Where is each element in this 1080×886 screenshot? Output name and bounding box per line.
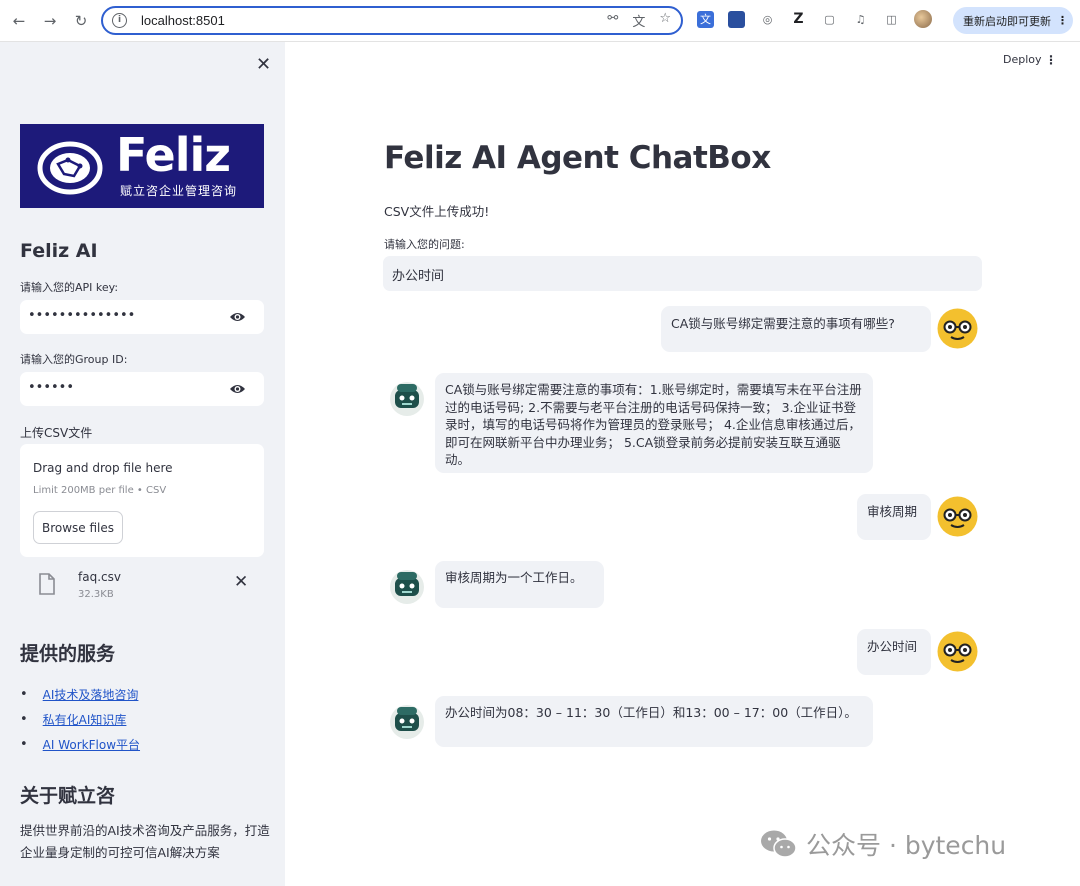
dropzone-text: Drag and drop file here — [33, 461, 173, 475]
assistant-message: CA锁与账号绑定需要注意的事项有：1.账号绑定时，需要填写未在平台注册过的电话号… — [435, 373, 873, 473]
bot-avatar-icon — [390, 382, 424, 416]
address-bar[interactable]: i localhost:8501 ⚯ 文 ☆ — [101, 6, 683, 35]
user-message: CA锁与账号绑定需要注意的事项有哪些? — [661, 306, 931, 352]
file-name: faq.csv — [78, 570, 121, 584]
message-text: 办公时间 — [867, 639, 918, 654]
file-size: 32.3KB — [78, 589, 114, 600]
upload-status: CSV文件上传成功! — [384, 204, 490, 219]
password-key-icon[interactable]: ⚯ — [607, 11, 618, 30]
more-options-icon: ⋮ — [1057, 14, 1068, 27]
assistant-message: 办公时间为08：30 – 11：30（工作日）和13：00 – 17：00（工作… — [435, 696, 873, 747]
service-link-ai-consulting[interactable]: AI技术及落地咨询 — [43, 686, 139, 703]
back-icon[interactable]: ← — [6, 8, 32, 34]
page-title: Feliz AI Agent ChatBox — [384, 140, 771, 176]
api-key-field[interactable]: •••••••••••••• — [20, 300, 264, 334]
show-group-id-icon[interactable] — [229, 383, 246, 395]
zotero-extension-icon[interactable]: Z — [790, 11, 807, 28]
update-button-label: 重新启动即可更新 — [963, 14, 1051, 28]
update-button[interactable]: 重新启动即可更新 ⋮ — [953, 7, 1073, 34]
user-message: 审核周期 — [857, 494, 931, 540]
browser-toolbar: ← → ↻ i localhost:8501 ⚯ 文 ☆ 文 ◎ Z ▢ ♫ ◫… — [0, 0, 1080, 42]
bot-avatar-icon — [390, 705, 424, 739]
logo-mark-icon — [37, 141, 103, 195]
question-value[interactable]: 办公时间 — [392, 265, 444, 284]
group-id-label: 请输入您的Group ID: — [20, 353, 128, 366]
deploy-button[interactable]: Deploy — [1003, 53, 1042, 66]
service-link-workflow[interactable]: AI WorkFlow平台 — [43, 736, 140, 753]
question-input[interactable]: 办公时间 — [383, 256, 982, 291]
profile-avatar[interactable] — [914, 10, 932, 28]
dropzone-limit: Limit 200MB per file • CSV — [33, 485, 167, 496]
file-icon — [39, 573, 55, 595]
message-text: 审核周期 — [867, 504, 918, 519]
api-key-label: 请输入您的API key: — [20, 281, 119, 294]
remove-file-icon[interactable]: ✕ — [234, 572, 248, 592]
site-info-icon[interactable]: i — [112, 13, 127, 28]
services-list: AI技术及落地咨询 私有化AI知识库 AI WorkFlow平台 — [20, 682, 140, 757]
list-item: AI技术及落地咨询 — [20, 682, 140, 707]
group-id-value[interactable]: •••••• — [28, 380, 74, 395]
uploaded-file: faq.csv 32.3KB ✕ — [20, 564, 264, 604]
side-panel-icon[interactable]: ◫ — [883, 11, 900, 28]
user-avatar-icon — [937, 308, 978, 349]
show-password-icon[interactable] — [229, 311, 246, 323]
watermark: 公众号 · bytechu — [760, 826, 1006, 862]
question-label: 请输入您的问题: — [384, 238, 465, 251]
about-heading: 关于赋立咨 — [20, 785, 116, 807]
sidebar: ✕ Feliz 赋立咨企业管理咨询 Feliz AI 请输入您的API key:… — [0, 42, 285, 886]
message-text: 办公时间为08：30 – 11：30（工作日）和13：00 – 17：00（工作… — [445, 705, 857, 720]
assistant-message: 审核周期为一个工作日。 — [435, 561, 604, 608]
forward-icon[interactable]: → — [37, 8, 63, 34]
user-message: 办公时间 — [857, 629, 931, 675]
translate-extension-icon[interactable]: 文 — [697, 10, 714, 28]
message-text: CA锁与账号绑定需要注意的事项有哪些? — [671, 316, 895, 331]
services-heading: 提供的服务 — [20, 643, 116, 665]
list-item: 私有化AI知识库 — [20, 707, 140, 732]
url-text[interactable]: localhost:8501 — [141, 13, 225, 28]
message-text: CA锁与账号绑定需要注意的事项有：1.账号绑定时，需要填写未在平台注册过的电话号… — [445, 382, 862, 467]
api-key-value[interactable]: •••••••••••••• — [28, 308, 135, 323]
media-controls-icon[interactable]: ♫ — [852, 11, 869, 28]
user-avatar-icon — [937, 496, 978, 537]
translate-icon[interactable]: 文 — [632, 11, 645, 30]
browse-files-button[interactable]: Browse files — [33, 511, 123, 544]
sidebar-title: Feliz AI — [20, 240, 98, 262]
bookmark-star-icon[interactable]: ☆ — [659, 11, 671, 30]
logo-word: Feliz — [116, 128, 231, 182]
about-text: 提供世界前沿的AI技术咨询及产品服务，打造企业量身定制的可控可信AI解决方案 — [20, 823, 270, 860]
upload-label: 上传CSV文件 — [20, 426, 93, 440]
list-item: AI WorkFlow平台 — [20, 732, 140, 757]
bookmark-extension-icon[interactable] — [728, 10, 745, 28]
user-avatar-icon — [937, 631, 978, 672]
group-id-field[interactable]: •••••• — [20, 372, 264, 406]
logo-subtitle: 赋立咨企业管理咨询 — [120, 184, 238, 198]
reload-icon[interactable]: ↻ — [68, 8, 94, 34]
wechat-icon — [761, 830, 797, 858]
file-dropzone[interactable]: Drag and drop file here Limit 200MB per … — [20, 444, 264, 557]
close-sidebar-icon[interactable]: ✕ — [256, 54, 271, 75]
puzzle-extensions-icon[interactable]: ▢ — [821, 11, 838, 28]
bot-avatar-icon — [390, 570, 424, 604]
mouse-extension-icon[interactable]: ◎ — [759, 11, 776, 28]
watermark-text: 公众号 · bytechu — [806, 831, 1007, 860]
service-link-knowledge-base[interactable]: 私有化AI知识库 — [43, 711, 127, 728]
feliz-logo: Feliz 赋立咨企业管理咨询 — [20, 124, 264, 208]
main-menu-icon[interactable]: ⋮ — [1045, 53, 1057, 67]
message-text: 审核周期为一个工作日。 — [445, 570, 583, 585]
